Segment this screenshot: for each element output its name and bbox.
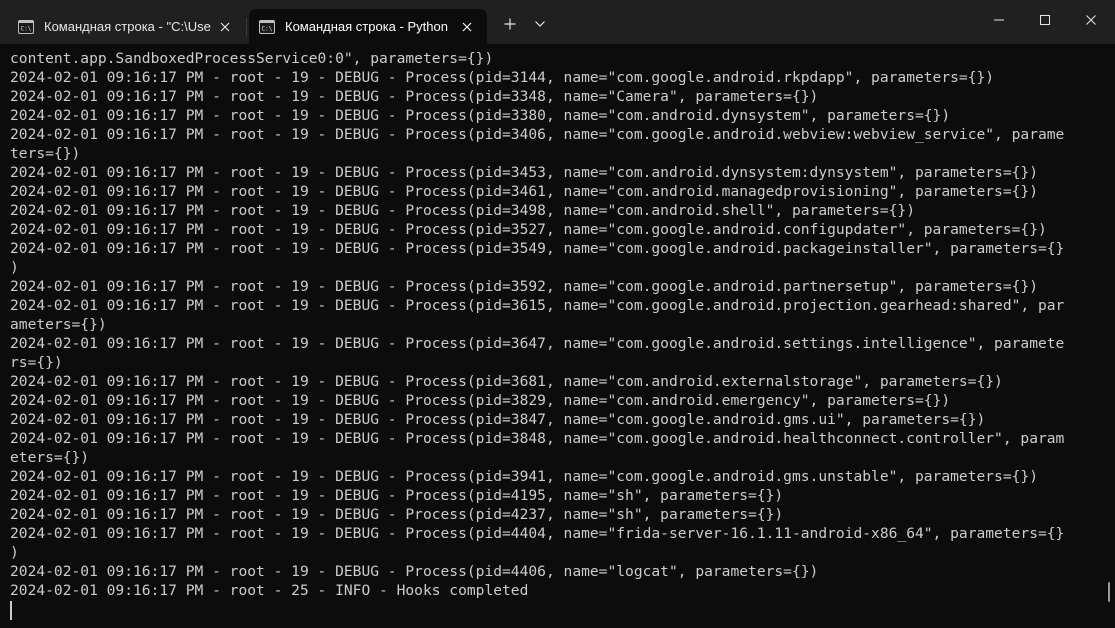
- tab-label: Командная строка - "C:\Users: [44, 19, 211, 34]
- console-line: 2024-02-01 09:16:17 PM - root - 19 - DEB…: [10, 411, 986, 428]
- console-line: ters={}): [10, 145, 81, 162]
- console-line: eters={}): [10, 449, 90, 466]
- svg-text:C:\: C:\: [21, 25, 32, 32]
- close-icon: [1086, 15, 1096, 25]
- console-line: 2024-02-01 09:16:17 PM - root - 19 - DEB…: [10, 335, 1065, 352]
- console-line: 2024-02-01 09:16:17 PM - root - 19 - DEB…: [10, 297, 1065, 314]
- maximize-button[interactable]: [1022, 0, 1068, 40]
- console-line: 2024-02-01 09:16:17 PM - root - 19 - DEB…: [10, 506, 784, 523]
- console-line: 2024-02-01 09:16:17 PM - root - 19 - DEB…: [10, 240, 1065, 257]
- console-line: 2024-02-01 09:16:17 PM - root - 19 - DEB…: [10, 183, 1038, 200]
- tab-cmd-python[interactable]: C:\ Командная строка - Python: [249, 9, 487, 44]
- console-line: 2024-02-01 09:16:17 PM - root - 19 - DEB…: [10, 88, 819, 105]
- console-line: 2024-02-01 09:16:17 PM - root - 19 - DEB…: [10, 525, 1065, 542]
- console-line: 2024-02-01 09:16:17 PM - root - 25 - INF…: [10, 582, 529, 599]
- console-line: 2024-02-01 09:16:17 PM - root - 19 - DEB…: [10, 202, 915, 219]
- console-line: 2024-02-01 09:16:17 PM - root - 19 - DEB…: [10, 126, 1065, 143]
- close-icon[interactable]: [453, 13, 481, 41]
- minimize-button[interactable]: [976, 0, 1022, 40]
- tab-label: Командная строка - Python: [285, 19, 448, 34]
- new-tab-button[interactable]: [496, 10, 524, 38]
- console-line: 2024-02-01 09:16:17 PM - root - 19 - DEB…: [10, 392, 951, 409]
- close-window-button[interactable]: [1068, 0, 1114, 40]
- cmd-icon: C:\: [18, 19, 34, 35]
- console-line: 2024-02-01 09:16:17 PM - root - 19 - DEB…: [10, 468, 1038, 485]
- tab-cmd-users[interactable]: C:\ Командная строка - "C:\Users: [8, 9, 245, 44]
- console-line: ): [10, 259, 19, 276]
- terminal-window: C:\ Командная строка - "C:\Users C:\ Ком…: [0, 0, 1115, 628]
- console-line: 2024-02-01 09:16:17 PM - root - 19 - DEB…: [10, 69, 995, 86]
- tab-divider: [246, 18, 247, 36]
- minimize-icon: [994, 15, 1004, 25]
- console-line: rs={}): [10, 354, 63, 371]
- console-line: ameters={}): [10, 316, 107, 333]
- svg-text:C:\: C:\: [262, 25, 273, 32]
- console-line: ): [10, 544, 19, 561]
- text-cursor: [10, 601, 12, 620]
- console-line: 2024-02-01 09:16:17 PM - root - 19 - DEB…: [10, 430, 1065, 447]
- plus-icon: [504, 18, 516, 30]
- console-line: content.app.SandboxedProcessService0:0",…: [10, 50, 494, 67]
- console-output[interactable]: content.app.SandboxedProcessService0:0",…: [10, 49, 1100, 628]
- console-line: 2024-02-01 09:16:17 PM - root - 19 - DEB…: [10, 373, 1003, 390]
- chevron-down-icon: [535, 21, 545, 27]
- tab-dropdown-button[interactable]: [526, 10, 554, 38]
- close-icon[interactable]: [211, 13, 239, 41]
- console-line: 2024-02-01 09:16:17 PM - root - 19 - DEB…: [10, 278, 1038, 295]
- cmd-icon: C:\: [259, 19, 275, 35]
- scrollbar[interactable]: [1108, 582, 1110, 602]
- console-line: 2024-02-01 09:16:17 PM - root - 19 - DEB…: [10, 221, 1047, 238]
- console-line: 2024-02-01 09:16:17 PM - root - 19 - DEB…: [10, 487, 784, 504]
- console-line: 2024-02-01 09:16:17 PM - root - 19 - DEB…: [10, 164, 1038, 181]
- maximize-icon: [1040, 15, 1050, 25]
- console-line: 2024-02-01 09:16:17 PM - root - 19 - DEB…: [10, 107, 951, 124]
- console-line: 2024-02-01 09:16:17 PM - root - 19 - DEB…: [10, 563, 819, 580]
- title-bar[interactable]: C:\ Командная строка - "C:\Users C:\ Ком…: [0, 0, 1115, 44]
